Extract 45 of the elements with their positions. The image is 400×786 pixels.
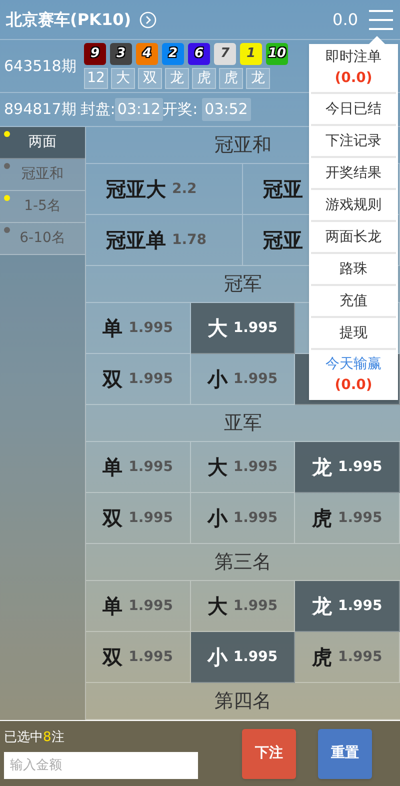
menu-item[interactable]: 今天输赢 (0.0) bbox=[311, 350, 396, 400]
bet-option[interactable]: 双 1.995 bbox=[86, 354, 191, 405]
bet-option[interactable]: 双 1.995 bbox=[86, 493, 191, 544]
menu-item[interactable]: 游戏规则 bbox=[311, 190, 396, 222]
bet-option[interactable]: 虎 1.995 bbox=[295, 493, 400, 544]
menu-item[interactable]: 充值 bbox=[311, 286, 396, 318]
result-tag: 龙 bbox=[165, 68, 189, 89]
reset-button[interactable]: 重置 bbox=[318, 728, 372, 778]
bet-option[interactable]: 大 1.995 bbox=[190, 303, 296, 354]
close-time: 03:12 bbox=[115, 98, 163, 121]
menu-item[interactable]: 即时注单 (0.0) bbox=[311, 44, 396, 94]
menu-item[interactable]: 今日已结 bbox=[311, 94, 396, 126]
bet-option[interactable]: 冠亚单 1.78 bbox=[86, 215, 243, 266]
amount-input-field[interactable]: 输入金额 bbox=[4, 752, 198, 779]
menu-item[interactable]: 路珠 bbox=[311, 254, 396, 286]
bet-option[interactable]: 虎 1.995 bbox=[295, 632, 400, 683]
issue-number: 643518期 bbox=[4, 56, 78, 77]
bet-option[interactable]: 小 1.995 bbox=[190, 493, 296, 544]
balance: 0.0 bbox=[332, 8, 358, 30]
submit-button[interactable]: 下注 bbox=[242, 728, 296, 778]
result-tag: 双 bbox=[138, 68, 162, 89]
menu-icon[interactable] bbox=[368, 8, 394, 30]
open-time: 03:52 bbox=[202, 98, 251, 121]
result-tag: 大 bbox=[111, 68, 135, 89]
game-title: 北京赛车(PK10) bbox=[6, 8, 132, 30]
issue-number: 894817期 bbox=[4, 99, 76, 120]
menu-item[interactable]: 两面长龙 bbox=[311, 222, 396, 254]
chevron-circle-icon[interactable] bbox=[139, 10, 158, 28]
menu-item[interactable]: 开奖结果 bbox=[311, 158, 396, 190]
bet-option[interactable]: 龙 1.995 bbox=[295, 581, 400, 632]
menu-item[interactable]: 下注记录 bbox=[311, 126, 396, 158]
menu-item[interactable]: 提现 bbox=[311, 318, 396, 350]
sidebar-item[interactable]: 两面 bbox=[0, 127, 85, 159]
selected-count-text: 已选中8注 bbox=[4, 729, 66, 748]
bet-option[interactable]: 龙 1.995 bbox=[295, 442, 400, 493]
bet-option[interactable]: 单 1.995 bbox=[86, 442, 191, 493]
result-tag: 龙 bbox=[246, 68, 270, 89]
bet-option[interactable]: 单 1.995 bbox=[86, 581, 191, 632]
result-tag: 12 bbox=[84, 68, 108, 89]
result-tag: 虎 bbox=[219, 68, 243, 89]
bet-option[interactable]: 小 1.995 bbox=[190, 632, 296, 683]
close-label: 封盘: bbox=[80, 99, 116, 120]
open-label: 开奖: bbox=[162, 99, 198, 120]
result-tag: 虎 bbox=[192, 68, 216, 89]
bet-option[interactable]: 冠亚大 2.2 bbox=[86, 164, 243, 215]
